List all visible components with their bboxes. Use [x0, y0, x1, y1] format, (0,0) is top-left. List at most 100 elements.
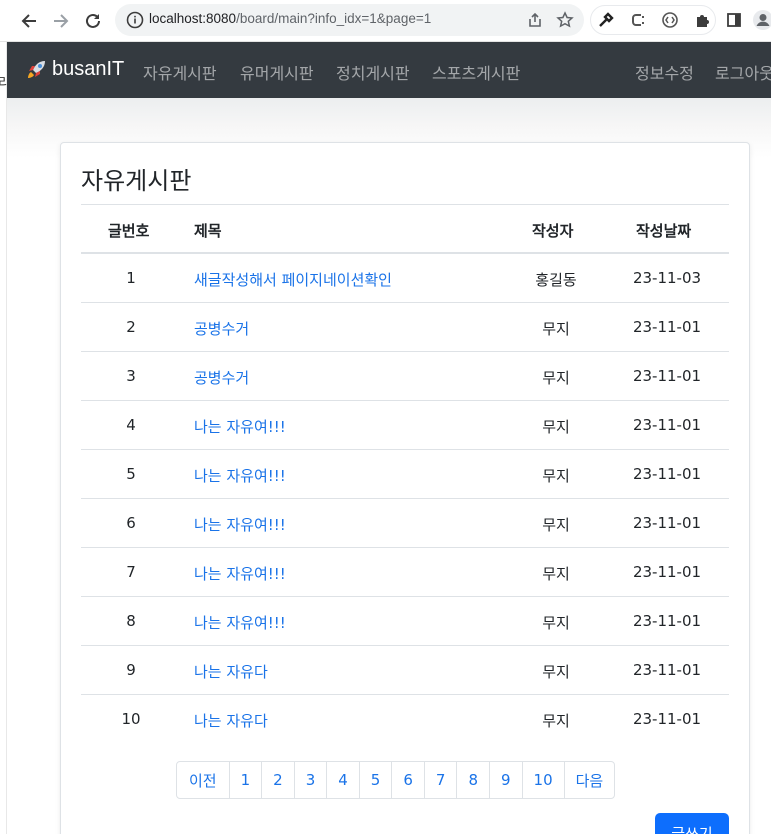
post-number: 7: [126, 563, 136, 581]
post-date: 23-11-01: [632, 514, 702, 532]
reload-icon[interactable]: [80, 8, 106, 34]
post-date: 23-11-03: [632, 269, 702, 287]
css-extension-icon[interactable]: [627, 9, 649, 31]
back-icon[interactable]: [16, 8, 42, 34]
pagination-page-9[interactable]: 9: [488, 762, 522, 798]
nav-link-humor-board[interactable]: 유머게시판: [240, 60, 314, 84]
nav-link-free-board[interactable]: 자유게시판: [143, 60, 217, 84]
post-author: 무지: [542, 516, 570, 534]
post-title-link[interactable]: 나는 자유여!!!: [194, 514, 286, 535]
column-header-date: 작성날짜: [636, 222, 692, 240]
pagination-page-1[interactable]: 1: [228, 762, 262, 798]
post-title-link[interactable]: 공병수거: [194, 318, 249, 339]
brand-name: busanIT: [52, 57, 125, 80]
board-table: 글번호 제목 작성자 작성날짜 1 새글작성해서 페이지네이션확인 홍길동 23…: [81, 204, 729, 744]
left-window-edge: 리: [0, 42, 10, 834]
post-number: 1: [126, 269, 136, 287]
table-row: 1 새글작성해서 페이지네이션확인 홍길동 23-11-03: [81, 254, 729, 303]
profile-avatar-icon[interactable]: [752, 9, 771, 31]
site-info-icon[interactable]: [125, 10, 145, 30]
code-extension-icon[interactable]: [659, 9, 681, 31]
post-author: 무지: [542, 369, 570, 387]
post-author: 무지: [542, 712, 570, 730]
table-row: 5 나는 자유여!!! 무지 23-11-01: [81, 450, 729, 499]
column-header-number: 글번호: [108, 222, 150, 240]
post-date: 23-11-01: [632, 318, 702, 336]
pagination-page-8[interactable]: 8: [456, 762, 489, 798]
pagination-page-4[interactable]: 4: [326, 762, 359, 798]
nav-link-politics-board[interactable]: 정치게시판: [336, 60, 410, 84]
post-number: 3: [126, 367, 136, 385]
column-header-author: 작성자: [532, 222, 574, 240]
post-number: 6: [126, 514, 136, 532]
nav-link-logout[interactable]: 로그아웃: [715, 60, 771, 84]
pagination: 이전 1 2 3 4 5 6 7 8 9 10 다음: [176, 761, 616, 799]
board-card: 자유게시판 글번호 제목 작성자 작성날짜 1 새글작성해서 페이지네이션확인 …: [60, 142, 750, 834]
puzzle-extensions-icon[interactable]: [691, 9, 713, 31]
board-title: 자유게시판: [81, 167, 192, 195]
table-row: 2 공병수거 무지 23-11-01: [81, 303, 729, 352]
url-path: /board/main?info_idx=1&page=1: [236, 11, 432, 26]
pagination-page-6[interactable]: 6: [391, 762, 424, 798]
post-author: 무지: [542, 565, 570, 583]
post-title-link[interactable]: 나는 자유다: [194, 661, 268, 682]
write-post-button[interactable]: 글쓰기: [655, 813, 729, 834]
rocket-icon: [28, 61, 45, 78]
post-date: 23-11-01: [632, 465, 702, 483]
share-icon[interactable]: [525, 10, 545, 30]
table-header: 글번호 제목 작성자 작성날짜: [81, 204, 729, 254]
post-number: 2: [126, 318, 136, 336]
pagination-page-10[interactable]: 10: [521, 762, 564, 798]
post-number: 10: [121, 710, 141, 728]
post-date: 23-11-01: [632, 710, 702, 728]
forward-icon[interactable]: [48, 8, 74, 34]
post-author: 무지: [542, 614, 570, 632]
site-navbar: busanIT 자유게시판 유머게시판 정치게시판 스포츠게시판 정보수정 로그…: [7, 42, 771, 98]
nav-link-sports-board[interactable]: 스포츠게시판: [432, 60, 520, 84]
pagination-prev[interactable]: 이전: [177, 762, 229, 798]
url-text: localhost:8080/board/main?info_idx=1&pag…: [149, 11, 431, 26]
post-title-link[interactable]: 나는 자유여!!!: [194, 416, 286, 437]
table-row: 7 나는 자유여!!! 무지 23-11-01: [81, 548, 729, 597]
post-number: 9: [126, 661, 136, 679]
post-date: 23-11-01: [632, 563, 702, 581]
table-row: 6 나는 자유여!!! 무지 23-11-01: [81, 499, 729, 548]
post-number: 5: [126, 465, 136, 483]
post-title-link[interactable]: 공병수거: [194, 367, 249, 388]
bookmark-star-icon[interactable]: [555, 10, 575, 30]
post-date: 23-11-01: [632, 416, 702, 434]
post-author: 무지: [542, 467, 570, 485]
post-author: 무지: [542, 320, 570, 338]
table-row: 4 나는 자유여!!! 무지 23-11-01: [81, 401, 729, 450]
post-title-link[interactable]: 나는 자유여!!!: [194, 465, 286, 486]
column-header-title: 제목: [194, 222, 222, 240]
post-title-link[interactable]: 나는 자유여!!!: [194, 563, 286, 584]
pagination-next[interactable]: 다음: [563, 762, 615, 798]
post-number: 8: [126, 612, 136, 630]
pagination-page-2[interactable]: 2: [261, 762, 294, 798]
post-date: 23-11-01: [632, 661, 702, 679]
pagination-page-7[interactable]: 7: [423, 762, 457, 798]
post-author: 무지: [542, 663, 570, 681]
table-row: 9 나는 자유다 무지 23-11-01: [81, 646, 729, 695]
post-author: 무지: [542, 418, 570, 436]
post-title-link[interactable]: 나는 자유다: [194, 710, 268, 731]
table-row: 8 나는 자유여!!! 무지 23-11-01: [81, 597, 729, 646]
post-date: 23-11-01: [632, 367, 702, 385]
brand-link[interactable]: busanIT: [25, 57, 124, 81]
side-panel-icon[interactable]: [723, 9, 745, 31]
post-author: 홍길동: [535, 271, 577, 289]
address-bar[interactable]: localhost:8080/board/main?info_idx=1&pag…: [115, 4, 584, 36]
nav-link-edit-profile[interactable]: 정보수정: [635, 60, 694, 84]
table-row: 3 공병수거 무지 23-11-01: [81, 352, 729, 401]
pagination-page-5[interactable]: 5: [358, 762, 392, 798]
browser-toolbar: localhost:8080/board/main?info_idx=1&pag…: [0, 0, 771, 42]
post-number: 4: [126, 416, 136, 434]
post-title-link[interactable]: 나는 자유여!!!: [194, 612, 286, 633]
table-row: 10 나는 자유다 무지 23-11-01: [81, 695, 729, 744]
post-date: 23-11-01: [632, 612, 702, 630]
url-host: localhost:8080: [149, 11, 237, 26]
eyedropper-extension-icon[interactable]: [595, 9, 617, 31]
pagination-page-3[interactable]: 3: [293, 762, 327, 798]
post-title-link[interactable]: 새글작성해서 페이지네이션확인: [194, 269, 392, 290]
